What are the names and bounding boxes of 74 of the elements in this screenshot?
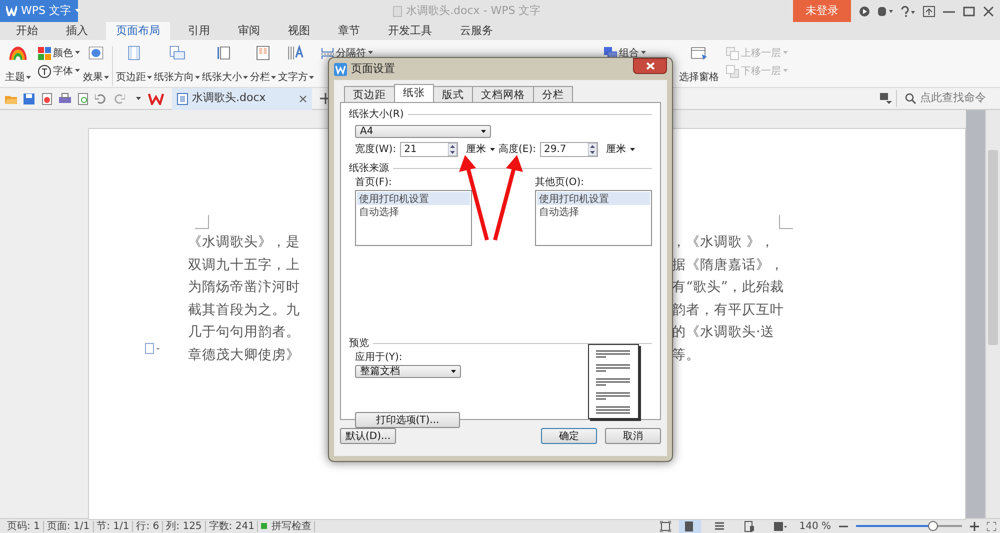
text-line: 章德茂大卿使虏》	[188, 346, 301, 365]
list-box[interactable]: 使用打印机设置 自动选择	[355, 190, 472, 246]
default-button[interactable]: 默认(D)...	[340, 428, 396, 444]
app-menu-button[interactable]: WPS 文字	[0, 0, 78, 22]
ribbon-tab[interactable]: 开发工具	[378, 22, 442, 40]
status-text: 页码: 1	[4, 520, 44, 532]
ribbon-tab[interactable]: 开始	[6, 22, 48, 40]
field-label: 首页(F):	[355, 176, 393, 190]
apply-to-dropdown[interactable]: 整篇文档	[355, 365, 461, 378]
number-field[interactable]: 21	[400, 142, 458, 157]
number-field[interactable]: 29.7	[540, 142, 598, 157]
spell-check-text[interactable]: 拼写检查	[271, 520, 312, 532]
ribbon-button[interactable]: 效果	[82, 44, 110, 87]
ribbon-button[interactable]: 纸张方向	[153, 44, 201, 87]
ribbon-button[interactable]: 选择窗格	[678, 44, 720, 87]
text-line: ，《水调歌 》，	[672, 233, 774, 252]
ribbon-tab[interactable]: 插入	[56, 22, 98, 40]
section-label: 预览	[349, 336, 369, 350]
text-line: 《水调歌头》，是	[188, 233, 301, 252]
text-line: 几于句句用韵者。	[188, 323, 301, 342]
status-text: 节: 1/1	[94, 520, 134, 532]
cancel-button[interactable]: 取消	[605, 428, 661, 444]
text-line: 有“歌头”，此殆裁	[672, 278, 784, 298]
unit-dropdown[interactable]: 厘米	[606, 142, 635, 157]
list-box[interactable]: 使用打印机设置 自动选择	[535, 190, 652, 246]
text-line: 双调九十五字，上	[188, 256, 301, 275]
field-label: 其他页(O):	[535, 176, 586, 190]
print-options-button[interactable]: 打印选项(T)...	[355, 412, 460, 428]
list-option[interactable]: 自动选择	[537, 205, 650, 218]
zoom-text: 140 %	[799, 520, 831, 533]
ribbon-button[interactable]: 纸张大小	[201, 44, 249, 87]
status-text: 字数: 241	[206, 520, 258, 532]
dialog-tab[interactable]: 版式	[433, 86, 473, 102]
ribbon-tab[interactable]: 章节	[328, 22, 370, 40]
ribbon-tab[interactable]: 页面布局	[106, 22, 170, 40]
text-line: 为隋炀帝凿汴河时	[188, 278, 301, 298]
unit-dropdown[interactable]: 厘米	[466, 142, 496, 157]
ribbon-button[interactable]: 颜色	[36, 44, 82, 62]
ribbon-tab[interactable]: 引用	[178, 22, 220, 40]
window-title: 水调歌头.docx - WPS 文字	[406, 2, 541, 19]
list-option[interactable]: 使用打印机设置	[537, 192, 650, 205]
ribbon-tab[interactable]: 视图	[278, 22, 320, 40]
ribbon-button[interactable]: 分栏	[249, 44, 277, 87]
text-line: 截其首段为之。九	[188, 300, 301, 320]
field-label: 应用于(Y):	[355, 350, 404, 365]
ribbon-button[interactable]: 字体	[36, 62, 82, 80]
dialog-tab[interactable]: 页边距	[344, 86, 395, 102]
section-label: 纸张来源	[349, 162, 389, 176]
ribbon-tab[interactable]: 云服务	[450, 22, 503, 40]
document-tab[interactable]: 水调歌头.docx	[172, 88, 312, 110]
ribbon-button[interactable]: 页边距	[115, 44, 153, 87]
text-line: 等。	[672, 346, 700, 365]
ribbon-button[interactable]: 分隔符	[319, 44, 375, 62]
ribbon-tab[interactable]: 审阅	[228, 22, 270, 40]
field-label: 高度(E):	[498, 142, 536, 157]
status-text: 页面: 1/1	[44, 520, 94, 532]
paper-size-dropdown[interactable]: A4	[355, 125, 491, 138]
text-line: 的《水调歌头·送	[672, 323, 774, 342]
dialog-tab[interactable]: 分栏	[533, 86, 573, 102]
text-line: 韵者，有平仄互叶	[672, 300, 784, 320]
section-label: 纸张大小(R)	[349, 108, 404, 122]
ribbon-button[interactable]: 文字方	[277, 44, 315, 87]
list-option[interactable]: 使用打印机设置	[357, 192, 470, 205]
search-field[interactable]: 点此查找命令	[896, 90, 996, 107]
list-option[interactable]: 自动选择	[357, 205, 470, 218]
ok-button[interactable]: 确定	[541, 428, 597, 444]
status-text: 行: 6	[133, 520, 164, 532]
ribbon-button[interactable]: 主题	[4, 44, 32, 87]
dialog-tab[interactable]: 文档网格	[472, 86, 534, 102]
field-label: 宽度(W):	[355, 142, 396, 157]
dialog-tab[interactable]: 纸张	[394, 84, 434, 102]
status-text: 列: 125	[163, 520, 206, 532]
text-line: 据《隋唐嘉话》，	[672, 256, 784, 275]
dialog-title: 页面设置	[351, 60, 395, 77]
